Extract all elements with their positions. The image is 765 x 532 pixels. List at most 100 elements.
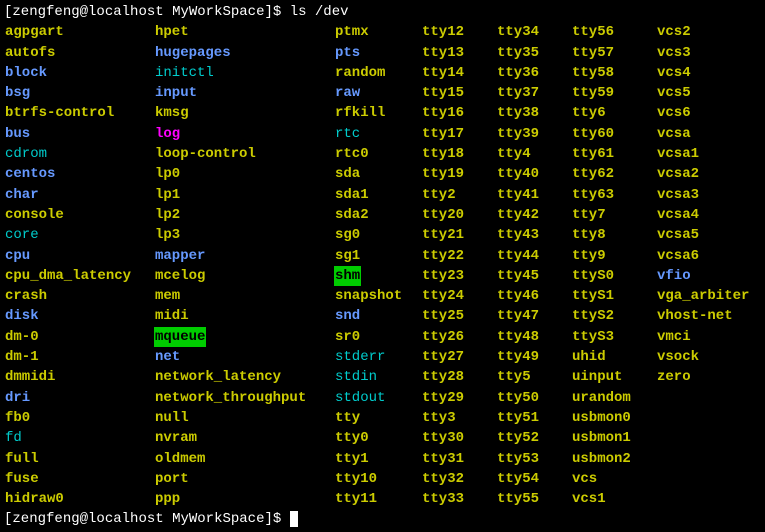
dev-entry: tty40	[496, 164, 540, 184]
dev-entry: vcsa6	[656, 246, 700, 266]
dev-entry: full	[4, 449, 40, 469]
dev-entry: autofs	[4, 43, 56, 63]
ls-output-grid: agpgarthpetptmxtty12tty34tty56vcs2autofs…	[4, 22, 761, 509]
dev-entry: tty26	[421, 327, 465, 347]
prompt-command: ls /dev	[290, 4, 349, 20]
dev-entry: tty32	[421, 469, 465, 489]
dev-entry: uinput	[571, 367, 623, 387]
dev-entry: midi	[154, 306, 190, 326]
dev-entry: sda	[334, 164, 361, 184]
dev-entry: tty62	[571, 164, 615, 184]
dev-entry: vcs2	[656, 22, 692, 42]
dev-entry: uhid	[571, 347, 607, 367]
dev-entry: fb0	[4, 408, 31, 428]
dev-entry: tty36	[496, 63, 540, 83]
terminal-prompt-line-1: [zengfeng@localhost MyWorkSpace]$ ls /de…	[4, 2, 761, 22]
dev-entry: hugepages	[154, 43, 232, 63]
dev-entry: tty27	[421, 347, 465, 367]
dev-entry: vcsa5	[656, 225, 700, 245]
dev-entry: tty25	[421, 306, 465, 326]
dev-entry: tty51	[496, 408, 540, 428]
dev-entry: cpu	[4, 246, 31, 266]
dev-entry: core	[4, 225, 40, 245]
dev-entry: tty52	[496, 428, 540, 448]
dev-entry: tty21	[421, 225, 465, 245]
dev-entry: tty6	[571, 103, 607, 123]
dev-entry: tty48	[496, 327, 540, 347]
dev-entry: tty0	[334, 428, 370, 448]
dev-entry: tty13	[421, 43, 465, 63]
dev-entry: vcsa2	[656, 164, 700, 184]
cursor-icon	[290, 511, 298, 527]
dev-entry: shm	[334, 266, 361, 286]
dev-entry: vga_arbiter	[656, 286, 750, 306]
dev-entry: ptmx	[334, 22, 370, 42]
dev-entry: network_throughput	[154, 388, 307, 408]
dev-entry: mem	[154, 286, 181, 306]
dev-entry: ppp	[154, 489, 181, 509]
dev-entry: btrfs-control	[4, 103, 115, 123]
dev-entry: tty10	[334, 469, 378, 489]
dev-entry: tty39	[496, 124, 540, 144]
dev-entry: rtc	[334, 124, 361, 144]
terminal-prompt-line-2[interactable]: [zengfeng@localhost MyWorkSpace]$	[4, 509, 761, 529]
dev-entry: tty17	[421, 124, 465, 144]
dev-entry: tty5	[496, 367, 532, 387]
dev-entry: tty8	[571, 225, 607, 245]
dev-entry: mcelog	[154, 266, 206, 286]
dev-entry: usbmon1	[571, 428, 632, 448]
dev-entry: tty57	[571, 43, 615, 63]
dev-entry: sda2	[334, 205, 370, 225]
dev-entry: tty14	[421, 63, 465, 83]
dev-entry: lp1	[154, 185, 181, 205]
dev-entry: ttyS2	[571, 306, 615, 326]
dev-entry: tty53	[496, 449, 540, 469]
dev-entry: tty37	[496, 83, 540, 103]
prompt-space	[164, 4, 172, 20]
dev-entry: tty12	[421, 22, 465, 42]
dev-entry: fd	[4, 428, 23, 448]
dev-entry: tty49	[496, 347, 540, 367]
dev-entry: random	[334, 63, 386, 83]
dev-entry: fuse	[4, 469, 40, 489]
dev-entry: dm-1	[4, 347, 40, 367]
dev-entry: stdin	[334, 367, 378, 387]
dev-entry: tty42	[496, 205, 540, 225]
dev-entry: rtc0	[334, 144, 370, 164]
dev-entry: tty7	[571, 205, 607, 225]
dev-entry: lp2	[154, 205, 181, 225]
dev-entry: tty3	[421, 408, 457, 428]
dev-entry: initctl	[154, 63, 215, 83]
dev-entry: sg1	[334, 246, 361, 266]
dev-entry: kmsg	[154, 103, 190, 123]
dev-entry: tty	[334, 408, 361, 428]
dev-entry: ttyS3	[571, 327, 615, 347]
prompt-symbol: $	[273, 4, 290, 20]
prompt-dir: MyWorkSpace	[172, 511, 264, 527]
dev-entry: tty20	[421, 205, 465, 225]
dev-entry: tty58	[571, 63, 615, 83]
dev-entry: vcs6	[656, 103, 692, 123]
dev-entry: vcsa3	[656, 185, 700, 205]
dev-entry: tty19	[421, 164, 465, 184]
dev-entry: tty54	[496, 469, 540, 489]
dev-entry: tty23	[421, 266, 465, 286]
dev-entry: vcsa4	[656, 205, 700, 225]
dev-entry: rfkill	[334, 103, 386, 123]
dev-entry: char	[4, 185, 40, 205]
dev-entry: tty56	[571, 22, 615, 42]
dev-entry: nvram	[154, 428, 198, 448]
dev-entry: vcs	[571, 469, 598, 489]
dev-entry: null	[154, 408, 190, 428]
dev-entry: bus	[4, 124, 31, 144]
dev-entry: tty50	[496, 388, 540, 408]
prompt-space	[164, 511, 172, 527]
dev-entry: tty11	[334, 489, 378, 509]
dev-entry: vcsa	[656, 124, 692, 144]
dev-entry: tty2	[421, 185, 457, 205]
prompt-host: localhost	[88, 511, 164, 527]
prompt-symbol: $	[273, 511, 290, 527]
dev-entry: snd	[334, 306, 361, 326]
dev-entry: tty31	[421, 449, 465, 469]
dev-entry: bsg	[4, 83, 31, 103]
